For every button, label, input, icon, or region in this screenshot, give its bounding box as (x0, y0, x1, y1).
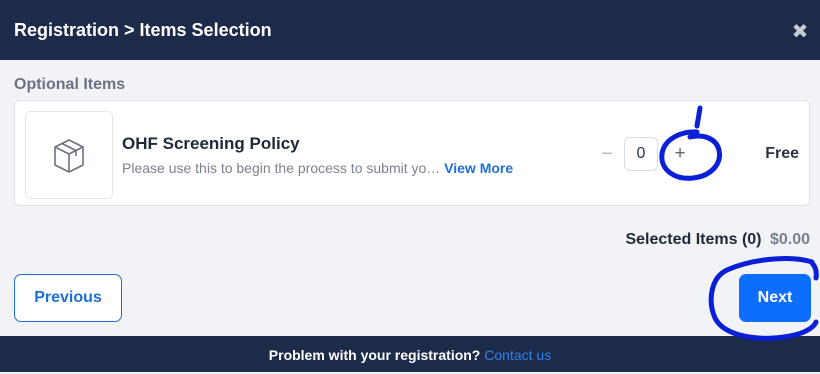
selected-items-label: Selected Items (0) (625, 231, 762, 248)
decrease-quantity-button[interactable]: − (599, 144, 615, 164)
increase-quantity-button[interactable]: + (665, 137, 695, 171)
annotation-next-arrow-top (809, 260, 819, 281)
footer-text: Problem with your registration? (268, 347, 481, 363)
next-button[interactable]: Next (739, 274, 811, 322)
item-card: OHF Screening Policy Please use this to … (14, 100, 810, 206)
item-price: Free (765, 145, 799, 162)
modal-header: Registration > Items Selection ✖ (0, 0, 820, 60)
item-thumbnail (25, 111, 113, 199)
box-icon (54, 139, 84, 173)
section-title: Optional Items (14, 76, 126, 93)
previous-button[interactable]: Previous (14, 274, 122, 322)
breadcrumb: Registration > Items Selection (14, 19, 272, 40)
quantity-field[interactable]: 0 (624, 137, 658, 171)
help-footer: Problem with your registration? Contact … (0, 336, 820, 372)
contact-us-link[interactable]: Contact us (484, 347, 551, 363)
item-name: OHF Screening Policy (122, 134, 300, 153)
view-more-link[interactable]: View More (444, 160, 513, 176)
close-icon[interactable]: ✖ (790, 22, 810, 42)
item-description-text: Please use this to begin the process to … (122, 160, 441, 176)
selected-items-total: $0.00 (769, 231, 810, 248)
item-description: Please use this to begin the process to … (122, 160, 513, 176)
selected-items-summary: Selected Items (0) $0.00 (625, 231, 810, 249)
